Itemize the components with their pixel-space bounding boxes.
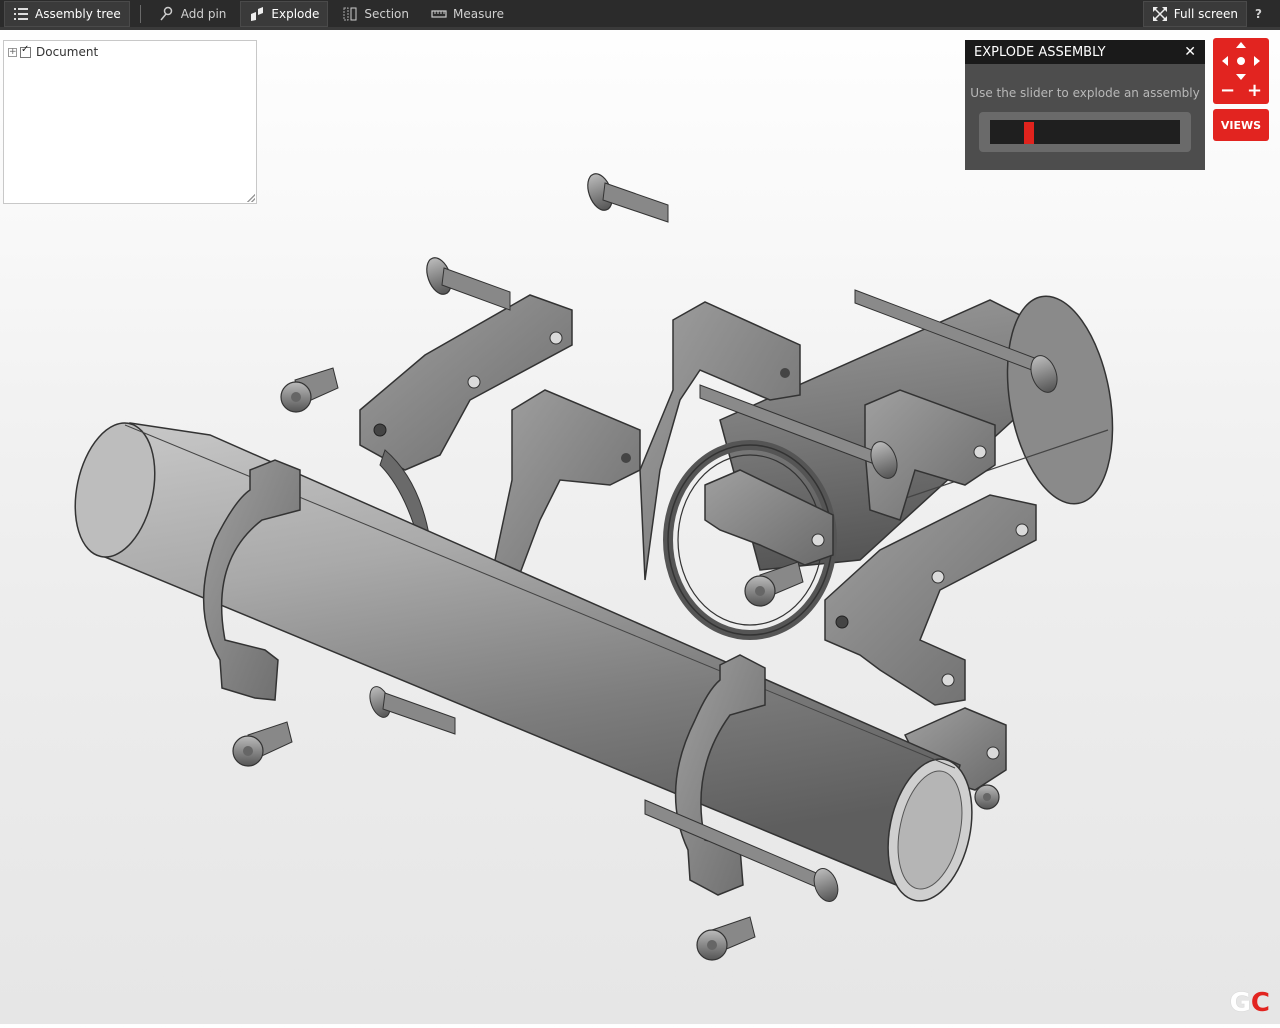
expand-icon[interactable]: + <box>8 47 17 57</box>
tree-item-document[interactable]: + Document <box>4 41 256 63</box>
add-pin-label: Add pin <box>180 6 227 21</box>
explode-panel-header: EXPLODE ASSEMBLY ✕ <box>965 40 1205 64</box>
add-pin-button[interactable]: Add pin <box>151 1 235 27</box>
section-icon <box>343 7 357 20</box>
brand-logo: GC <box>1229 988 1270 1018</box>
explode-slider[interactable] <box>990 120 1180 144</box>
full-screen-label: Full screen <box>1173 6 1239 21</box>
navigation-control[interactable]: − + <box>1213 38 1269 104</box>
fullscreen-icon <box>1152 6 1167 21</box>
toolbar: Assembly tree Add pin Explode Section Me… <box>0 0 1280 30</box>
help-button[interactable]: ? <box>1247 1 1270 27</box>
explode-slider-handle[interactable] <box>1024 122 1034 144</box>
full-screen-button[interactable]: Full screen <box>1142 0 1248 27</box>
views-button[interactable]: VIEWS <box>1213 109 1269 141</box>
explode-icon <box>251 6 264 21</box>
visibility-checkbox[interactable] <box>20 44 31 58</box>
screw-left-upper[interactable] <box>280 367 339 413</box>
assembly-tree-panel: + Document <box>3 40 257 204</box>
measure-button[interactable]: Measure <box>423 1 512 27</box>
bolt-top[interactable] <box>583 170 669 223</box>
assembly-tree-label: Assembly tree <box>35 6 121 21</box>
clamp-block-middle[interactable] <box>494 389 641 603</box>
pin-icon <box>160 6 173 20</box>
assembly-tree-button[interactable]: Assembly tree <box>4 0 130 27</box>
toolbar-separator <box>139 4 141 23</box>
explode-assembly-panel: EXPLODE ASSEMBLY ✕ Use the slider to exp… <box>965 40 1205 170</box>
explode-panel-title: EXPLODE ASSEMBLY <box>974 44 1106 60</box>
section-button[interactable]: Section <box>334 1 417 27</box>
explode-slider-frame <box>979 112 1191 152</box>
section-label: Section <box>364 6 409 21</box>
zoom-out-button[interactable]: − <box>1220 80 1235 101</box>
explode-hint: Use the slider to explode an assembly <box>970 86 1200 100</box>
toolbar-right: Full screen ? <box>1142 0 1280 27</box>
list-icon <box>14 7 28 20</box>
bolt-upper-left[interactable] <box>422 254 511 311</box>
screw-left-lower[interactable] <box>232 721 293 767</box>
explode-label: Explode <box>271 6 320 21</box>
close-icon[interactable]: ✕ <box>1184 44 1196 60</box>
explode-button[interactable]: Explode <box>240 0 329 27</box>
tree-item-label: Document <box>36 45 99 59</box>
screw-right[interactable] <box>974 784 1000 810</box>
zoom-in-button[interactable]: + <box>1247 80 1262 101</box>
help-label: ? <box>1255 6 1262 21</box>
screw-bottom[interactable] <box>696 916 756 961</box>
resize-handle[interactable] <box>247 194 255 202</box>
measure-label: Measure <box>452 6 504 21</box>
ruler-icon <box>431 9 447 18</box>
